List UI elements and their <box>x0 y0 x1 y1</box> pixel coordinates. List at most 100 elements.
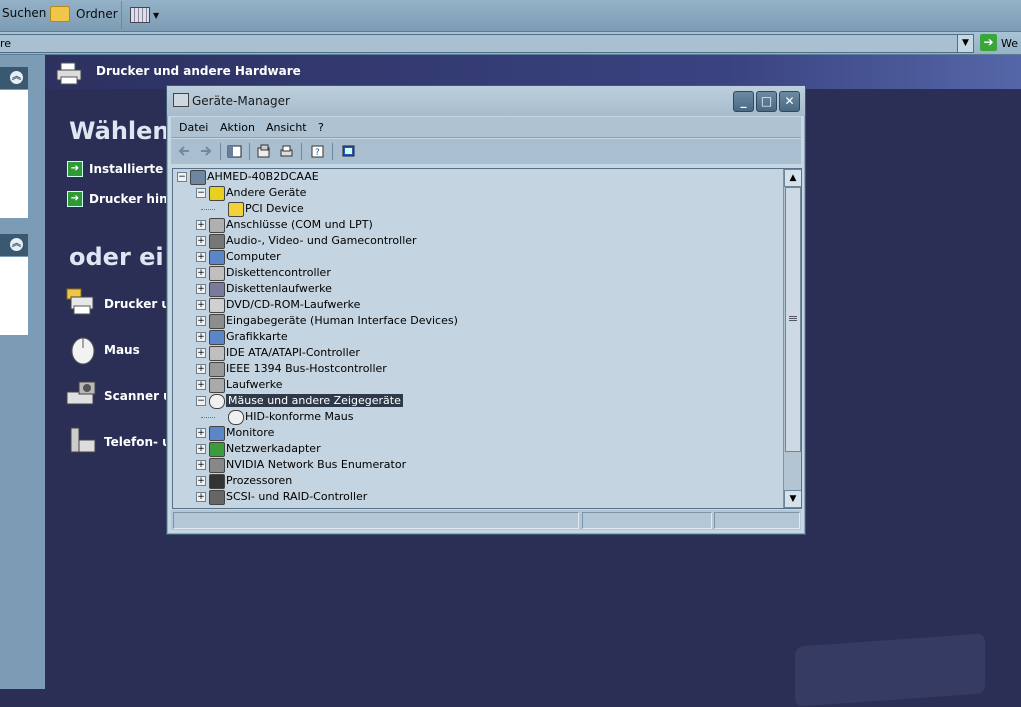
tree-row-label[interactable]: HID-konforme Maus <box>245 410 353 423</box>
tree-row[interactable]: + IEEE 1394 Bus-Hostcontroller <box>173 361 773 377</box>
tree-row-label[interactable]: AHMED-40B2DCAAE <box>207 170 319 183</box>
tree-row[interactable]: + DVD/CD-ROM-Laufwerke <box>173 297 773 313</box>
printer-icon[interactable] <box>63 285 97 319</box>
mouse-icon <box>228 410 244 425</box>
tree-row[interactable]: + Monitore <box>173 425 773 441</box>
tree-row-label[interactable]: Mäuse und andere Zeigegeräte <box>226 394 403 407</box>
menu-action[interactable]: Aktion <box>220 121 255 134</box>
help-icon[interactable]: ? <box>310 144 325 159</box>
window-titlebar[interactable]: Geräte-Manager _ □ ✕ <box>167 86 805 116</box>
views-button[interactable]: ▼ <box>121 1 159 29</box>
collapse-icon[interactable]: − <box>196 396 206 406</box>
tree-row[interactable]: − Mäuse und andere Zeigegeräte <box>173 393 773 409</box>
tree-row-label[interactable]: Monitore <box>226 426 274 439</box>
tree-connector <box>201 209 215 210</box>
expand-icon[interactable]: + <box>196 380 206 390</box>
tree-row-label[interactable]: Diskettencontroller <box>226 266 331 279</box>
back-arrow-icon[interactable] <box>177 144 192 159</box>
tree-row-label[interactable]: Audio-, Video- und Gamecontroller <box>226 234 417 247</box>
scan-hardware-icon[interactable] <box>341 144 356 159</box>
expand-icon[interactable]: + <box>196 348 206 358</box>
device-tree[interactable]: − AHMED-40B2DCAAE − Andere Geräte PCI Device… <box>172 168 802 509</box>
properties-icon[interactable] <box>256 144 271 159</box>
expand-icon[interactable]: + <box>196 284 206 294</box>
close-button[interactable]: ✕ <box>779 91 800 112</box>
task-pane-section-header[interactable]: ︽ <box>0 234 28 256</box>
task-pane-section-header[interactable]: ︽ <box>0 67 28 89</box>
forward-arrow-icon[interactable] <box>198 144 213 159</box>
tree-row-label[interactable]: Laufwerke <box>226 378 283 391</box>
go-button-label[interactable]: We <box>1001 37 1018 50</box>
tree-row-label[interactable]: Computer <box>226 250 281 263</box>
collapse-chevron-icon[interactable]: ︽ <box>10 238 23 251</box>
tree-row[interactable]: + Audio-, Video- und Gamecontroller <box>173 233 773 249</box>
phone-modem-icon[interactable] <box>65 424 99 458</box>
tree-row-label[interactable]: Prozessoren <box>226 474 292 487</box>
expand-icon[interactable]: + <box>196 268 206 278</box>
expand-icon[interactable]: + <box>196 476 206 486</box>
address-input[interactable]: re <box>0 34 973 53</box>
minimize-button[interactable]: _ <box>733 91 754 112</box>
print-icon[interactable] <box>279 144 294 159</box>
tree-row[interactable]: + SCSI- und RAID-Controller <box>173 489 773 505</box>
tree-row-label[interactable]: DVD/CD-ROM-Laufwerke <box>226 298 360 311</box>
tree-row[interactable]: + Diskettenlaufwerke <box>173 281 773 297</box>
tree-row[interactable]: PCI Device <box>173 201 773 217</box>
folders-label: Ordner <box>76 7 118 21</box>
tree-row[interactable]: + Prozessoren <box>173 473 773 489</box>
scroll-thumb[interactable] <box>785 187 801 452</box>
expand-icon[interactable]: + <box>196 316 206 326</box>
tree-row[interactable]: + Eingabegeräte (Human Interface Devices) <box>173 313 773 329</box>
tree-row-label[interactable]: Diskettenlaufwerke <box>226 282 332 295</box>
tree-row[interactable]: HID-konforme Maus <box>173 409 773 425</box>
collapse-icon[interactable]: − <box>196 188 206 198</box>
show-hide-tree-icon[interactable] <box>227 144 242 159</box>
tree-row[interactable]: − Andere Geräte <box>173 185 773 201</box>
expand-icon[interactable]: + <box>196 300 206 310</box>
tree-row[interactable]: + Netzwerkadapter <box>173 441 773 457</box>
menu-file[interactable]: Datei <box>179 121 208 134</box>
tree-row[interactable]: + Laufwerke <box>173 377 773 393</box>
tree-row[interactable]: + Computer <box>173 249 773 265</box>
expand-icon[interactable]: + <box>196 444 206 454</box>
tree-row[interactable]: + NVIDIA Network Bus Enumerator <box>173 457 773 473</box>
tree-row-label[interactable]: IDE ATA/ATAPI-Controller <box>226 346 360 359</box>
tree-row-label[interactable]: Eingabegeräte (Human Interface Devices) <box>226 314 458 327</box>
scroll-down-button[interactable]: ▼ <box>784 490 801 508</box>
tree-row-label[interactable]: NVIDIA Network Bus Enumerator <box>226 458 406 471</box>
expand-icon[interactable]: + <box>196 332 206 342</box>
tree-row-label[interactable]: PCI Device <box>245 202 304 215</box>
search-button[interactable]: Suchen <box>2 6 46 20</box>
pick-mouse-link[interactable]: Maus <box>104 343 140 357</box>
tree-row-label[interactable]: Grafikkarte <box>226 330 288 343</box>
scanner-camera-icon[interactable] <box>65 378 99 412</box>
expand-icon[interactable]: + <box>196 364 206 374</box>
tree-row-label[interactable]: IEEE 1394 Bus-Hostcontroller <box>226 362 387 375</box>
maximize-button[interactable]: □ <box>756 91 777 112</box>
collapse-chevron-icon[interactable]: ︽ <box>10 71 23 84</box>
tree-row-label[interactable]: SCSI- und RAID-Controller <box>226 490 367 503</box>
expand-icon[interactable]: + <box>196 252 206 262</box>
vertical-scrollbar[interactable]: ▲ ▼ <box>783 169 801 508</box>
expand-icon[interactable]: + <box>196 460 206 470</box>
scroll-up-button[interactable]: ▲ <box>784 169 801 187</box>
tree-row-label[interactable]: Anschlüsse (COM und LPT) <box>226 218 373 231</box>
folders-button[interactable]: Ordner <box>50 6 118 22</box>
expand-icon[interactable]: + <box>196 492 206 502</box>
tree-row-label[interactable]: Netzwerkadapter <box>226 442 321 455</box>
address-dropdown-button[interactable]: ▼ <box>957 34 974 53</box>
tree-row[interactable]: + Anschlüsse (COM und LPT) <box>173 217 773 233</box>
menu-view[interactable]: Ansicht <box>266 121 307 134</box>
mouse-icon[interactable] <box>65 332 99 366</box>
expand-icon[interactable]: + <box>196 220 206 230</box>
expand-icon[interactable]: + <box>196 428 206 438</box>
tree-row[interactable]: − AHMED-40B2DCAAE <box>173 169 773 185</box>
collapse-icon[interactable]: − <box>177 172 187 182</box>
go-arrow-icon[interactable]: ➔ <box>980 34 997 51</box>
expand-icon[interactable]: + <box>196 236 206 246</box>
tree-row[interactable]: + IDE ATA/ATAPI-Controller <box>173 345 773 361</box>
tree-row-label[interactable]: Andere Geräte <box>226 186 306 199</box>
tree-row[interactable]: + Diskettencontroller <box>173 265 773 281</box>
menu-help[interactable]: ? <box>318 121 324 134</box>
tree-row[interactable]: + Grafikkarte <box>173 329 773 345</box>
